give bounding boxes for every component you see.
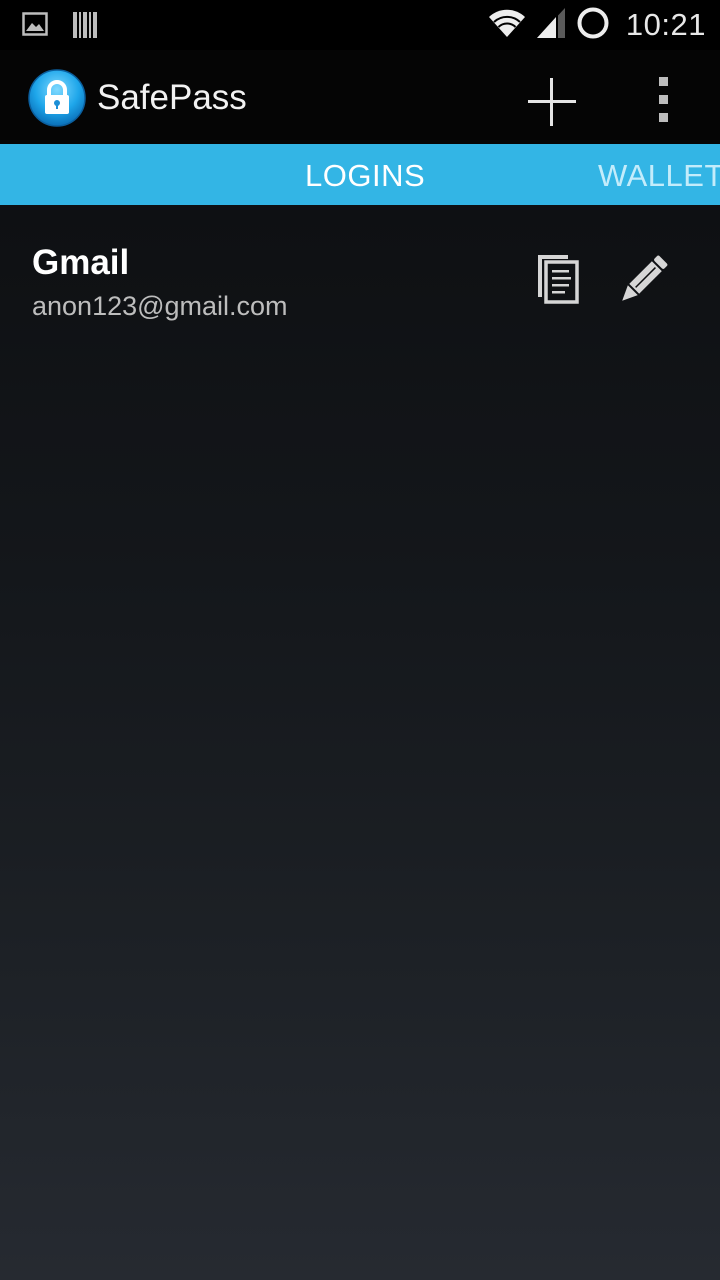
overflow-menu-button[interactable] xyxy=(640,70,688,134)
image-notification-icon xyxy=(22,11,48,43)
entry-title: Gmail xyxy=(32,243,130,282)
notification-icons xyxy=(22,11,98,43)
add-button[interactable] xyxy=(520,70,584,134)
edit-button[interactable] xyxy=(610,249,674,313)
tab-bar: LOGINS WALLET xyxy=(0,144,720,205)
app-title: SafePass xyxy=(97,78,247,117)
status-bar: 10:21 xyxy=(0,0,720,50)
system-status: 10:21 xyxy=(488,6,706,44)
lock-logo-icon[interactable] xyxy=(28,69,86,127)
app-screen: 10:21 SafePass LOGINS WALLET Gmail anon1… xyxy=(0,0,720,1280)
login-list-item[interactable]: Gmail anon123@gmail.com xyxy=(0,205,720,345)
wifi-icon xyxy=(488,8,526,42)
edit-pencil-icon xyxy=(610,255,674,317)
sync-circle-icon xyxy=(576,6,610,44)
overflow-menu-icon xyxy=(640,77,688,138)
entry-username: anon123@gmail.com xyxy=(32,291,288,321)
copy-icon xyxy=(528,255,586,313)
signal-icon xyxy=(536,7,566,43)
barcode-notification-icon xyxy=(72,11,98,43)
add-icon xyxy=(520,78,584,138)
tab-logins[interactable]: LOGINS xyxy=(305,144,425,205)
copy-button[interactable] xyxy=(528,251,586,309)
action-bar: SafePass xyxy=(0,50,720,144)
tab-wallet[interactable]: WALLET xyxy=(598,144,720,205)
clock: 10:21 xyxy=(625,7,706,42)
